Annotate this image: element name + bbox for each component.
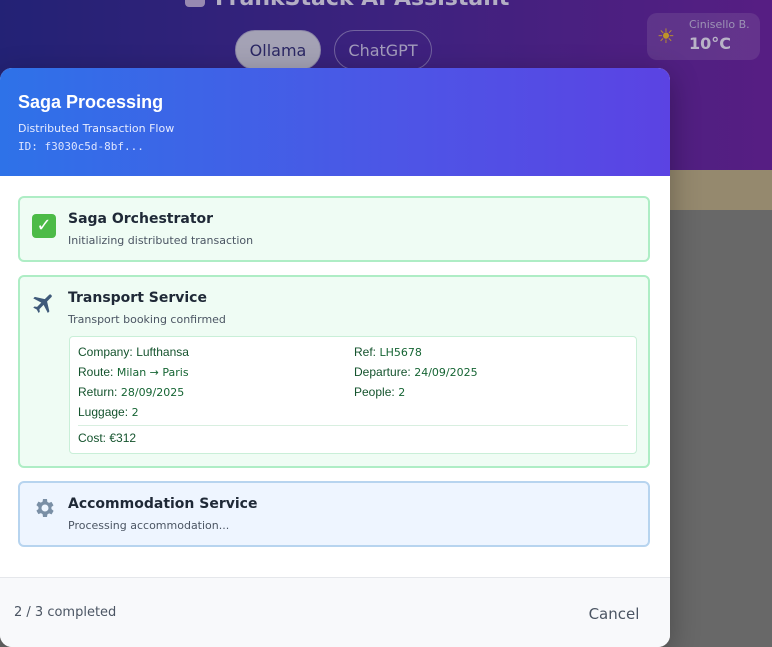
step-list: ✓ Saga Orchestrator Initializing distrib… <box>0 176 670 547</box>
step-name: Saga Orchestrator <box>68 211 214 227</box>
check-icon: ✓ <box>31 211 57 238</box>
detail-route: Route: Milan → Paris <box>78 365 189 379</box>
modal-footer: 2 / 3 completed Cancel <box>0 577 670 647</box>
gear-icon <box>31 496 57 522</box>
saga-modal: Saga Processing Distributed Transaction … <box>0 68 670 647</box>
modal-title: Saga Processing <box>18 92 164 112</box>
progress-count: 2 / 3 completed <box>14 605 117 620</box>
booking-details: Company: Lufthansa Ref: LH5678 Route: Mi… <box>69 336 637 454</box>
detail-people: People: 2 <box>354 385 406 399</box>
detail-luggage: Luggage: 2 <box>78 405 139 419</box>
modal-subtitle: Distributed Transaction Flow <box>18 122 175 135</box>
airplane-icon <box>31 290 57 316</box>
detail-ref: Ref: LH5678 <box>354 345 422 359</box>
step-status: Processing accommodation... <box>68 519 230 532</box>
step-accommodation-service: Accommodation Service Processing accommo… <box>18 481 650 547</box>
transaction-id: ID: f3030c5d-8bf... <box>18 140 144 153</box>
step-name: Transport Service <box>68 290 207 306</box>
detail-departure: Departure: 24/09/2025 <box>354 365 478 379</box>
modal-header: Saga Processing Distributed Transaction … <box>0 68 670 176</box>
detail-company: Company: Lufthansa <box>78 345 189 359</box>
step-name: Accommodation Service <box>68 496 258 512</box>
details-divider <box>78 425 628 426</box>
step-saga-orchestrator: ✓ Saga Orchestrator Initializing distrib… <box>18 196 650 262</box>
detail-cost: Cost: €312 <box>78 431 137 445</box>
cancel-button[interactable]: Cancel <box>578 601 650 627</box>
step-status: Initializing distributed transaction <box>68 234 254 247</box>
step-transport-service: Transport Service Transport booking conf… <box>18 275 650 468</box>
step-status: Transport booking confirmed <box>68 313 226 326</box>
detail-return: Return: 28/09/2025 <box>78 385 185 399</box>
